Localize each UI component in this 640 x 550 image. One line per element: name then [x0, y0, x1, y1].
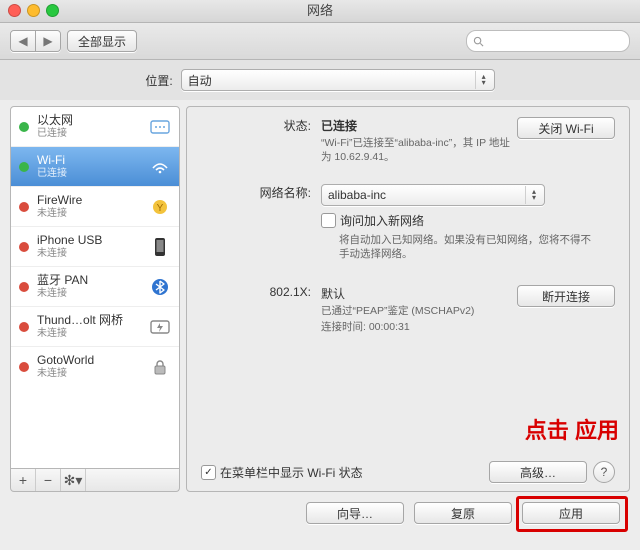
zoom-icon[interactable]: [46, 4, 59, 17]
show-all-button[interactable]: 全部显示: [67, 30, 137, 52]
interface-status: 未连接: [37, 247, 141, 260]
revert-button[interactable]: 复原: [414, 502, 512, 524]
status-dot-icon: [19, 362, 29, 372]
search-icon: [473, 36, 484, 47]
status-dot-icon: [19, 242, 29, 252]
sidebar-footer: + − ✻▾: [10, 469, 180, 492]
thunderbolt-icon: [149, 316, 171, 338]
action-menu-button[interactable]: ✻▾: [61, 469, 86, 491]
interface-status: 已连接: [37, 127, 141, 140]
status-dot-icon: [19, 322, 29, 332]
iphone-icon: [149, 236, 171, 258]
sidebar-item-bluetooth[interactable]: 蓝牙 PAN未连接: [11, 266, 179, 306]
ask-join-label: 询问加入新网络: [340, 212, 424, 229]
location-row: 位置: 自动 ▴▾: [0, 60, 640, 100]
chevron-updown-icon: ▴▾: [525, 186, 542, 204]
add-button[interactable]: +: [11, 469, 36, 491]
back-button[interactable]: ◀: [11, 31, 35, 51]
show-menubar-label: 在菜单栏中显示 Wi-Fi 状态: [220, 464, 363, 481]
status-dot-icon: [19, 162, 29, 172]
bluetooth-icon: [149, 276, 171, 298]
status-description: “Wi-Fi”已连接至“alibaba-inc”，其 IP 地址为 10.62.…: [321, 136, 581, 164]
detail-panel: 状态: 已连接 关闭 Wi-Fi “Wi-Fi”已连接至“alibaba-inc…: [186, 106, 630, 492]
chevron-updown-icon: ▴▾: [475, 71, 492, 89]
interface-name: 以太网: [37, 114, 141, 127]
sidebar-item-iphone[interactable]: iPhone USB未连接: [11, 226, 179, 266]
disconnect-button[interactable]: 断开连接: [517, 285, 615, 307]
show-menubar-checkbox[interactable]: ✓ 在菜单栏中显示 Wi-Fi 状态: [201, 464, 363, 481]
advanced-button[interactable]: 高级…: [489, 461, 587, 483]
status-dot-icon: [19, 202, 29, 212]
interface-status: 未连接: [37, 287, 141, 300]
close-icon[interactable]: [8, 4, 21, 17]
ethernet-icon: [149, 116, 171, 138]
status-label: 状态:: [201, 117, 321, 164]
ask-join-checkbox[interactable]: 询问加入新网络: [321, 212, 424, 229]
interface-status: 未连接: [37, 207, 141, 220]
location-value: 自动: [188, 72, 212, 89]
dot1x-value: 默认: [321, 287, 345, 301]
network-name-value: alibaba-inc: [328, 188, 386, 202]
apply-button[interactable]: 应用: [522, 502, 620, 524]
search-input[interactable]: [466, 30, 630, 52]
window-controls: [8, 4, 59, 17]
assist-button[interactable]: 向导…: [306, 502, 404, 524]
interface-name: GotoWorld: [37, 354, 141, 367]
location-label: 位置:: [145, 72, 172, 89]
svg-text:Y: Y: [157, 203, 164, 214]
interface-list[interactable]: 以太网已连接Wi-Fi已连接FireWire未连接YiPhone USB未连接蓝…: [10, 106, 180, 469]
location-popup[interactable]: 自动 ▴▾: [181, 69, 495, 91]
sidebar-item-vpn[interactable]: GotoWorld未连接: [11, 346, 179, 386]
interface-name: iPhone USB: [37, 234, 141, 247]
window-title: 网络: [307, 3, 333, 18]
firewire-icon: Y: [149, 196, 171, 218]
interface-name: 蓝牙 PAN: [37, 274, 141, 287]
sidebar-item-ethernet[interactable]: 以太网已连接: [11, 107, 179, 146]
interface-name: Wi-Fi: [37, 154, 141, 167]
turn-off-wifi-button[interactable]: 关闭 Wi-Fi: [517, 117, 615, 139]
sidebar-item-firewire[interactable]: FireWire未连接 Y: [11, 186, 179, 226]
sidebar: 以太网已连接Wi-Fi已连接FireWire未连接YiPhone USB未连接蓝…: [10, 106, 180, 492]
help-button[interactable]: ?: [593, 461, 615, 483]
network-name-label: 网络名称:: [201, 184, 321, 206]
status-dot-icon: [19, 282, 29, 292]
interface-name: FireWire: [37, 194, 141, 207]
dot1x-label: 802.1X:: [201, 285, 321, 334]
interface-status: 未连接: [37, 367, 141, 380]
sidebar-item-wifi[interactable]: Wi-Fi已连接: [11, 146, 179, 186]
status-value: 已连接: [321, 119, 357, 133]
wifi-icon: [149, 156, 171, 178]
remove-button[interactable]: −: [36, 469, 61, 491]
main-area: 以太网已连接Wi-Fi已连接FireWire未连接YiPhone USB未连接蓝…: [0, 100, 640, 492]
ask-join-description: 将自动加入已知网络。如果没有已知网络，您将不得不手动选择网络。: [339, 233, 599, 261]
annotation-text: 点击 应用: [525, 413, 619, 445]
bottom-bar: 向导… 复原 应用: [0, 492, 640, 524]
checkbox-icon: [321, 213, 336, 228]
status-dot-icon: [19, 122, 29, 132]
dot1x-time-description: 连接时间: 00:00:31: [321, 320, 581, 334]
forward-button[interactable]: ▶: [35, 31, 60, 51]
interface-status: 已连接: [37, 167, 141, 180]
minimize-icon[interactable]: [27, 4, 40, 17]
sidebar-item-thunderbolt[interactable]: Thund…olt 网桥未连接: [11, 306, 179, 346]
vpn-icon: [149, 356, 171, 378]
window-titlebar: 网络: [0, 0, 640, 23]
network-name-popup[interactable]: alibaba-inc ▴▾: [321, 184, 545, 206]
toolbar: ◀ ▶ 全部显示: [0, 23, 640, 60]
interface-status: 未连接: [37, 327, 141, 340]
nav-back-forward: ◀ ▶: [10, 30, 61, 52]
checkbox-icon: ✓: [201, 465, 216, 480]
interface-name: Thund…olt 网桥: [37, 314, 141, 327]
